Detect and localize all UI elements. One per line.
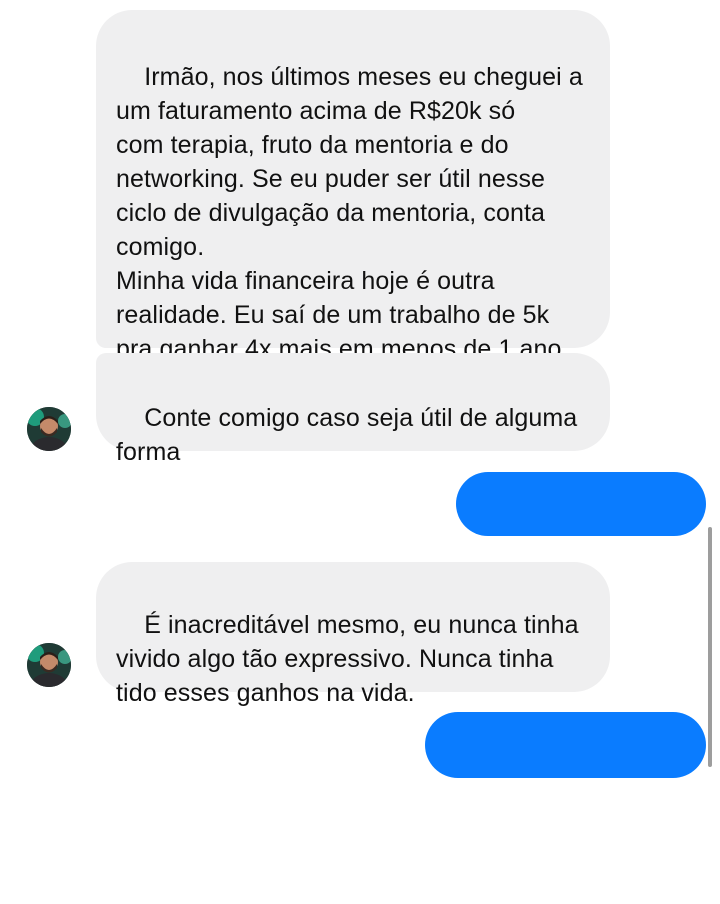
scrollbar[interactable] [708,527,712,767]
message-bubble-incoming[interactable]: É inacreditável mesmo, eu nunca tinha vi… [96,562,610,707]
message-text: Irmão, nos últimos meses eu cheguei a um… [116,63,583,363]
message-bubble-incoming[interactable]: Irmão, nos últimos meses eu cheguei a um… [96,10,610,363]
message-text: É inacreditável mesmo, eu nunca tinha vi… [116,611,579,707]
message-bubble-incoming[interactable]: Conte comigo caso seja útil de alguma fo… [96,353,610,466]
message-bubble-outgoing[interactable]: Caramba irmão [456,472,706,582]
contact-avatar[interactable] [27,643,71,687]
avatar-icon [27,643,71,687]
contact-avatar[interactable] [27,407,71,451]
message-bubble-outgoing[interactable]: Bendito seja Deus [425,712,706,822]
message-text: Bendito seja Deus [477,794,682,822]
message-text: Conte comigo caso seja útil de alguma fo… [116,404,578,466]
avatar-icon [27,407,71,451]
